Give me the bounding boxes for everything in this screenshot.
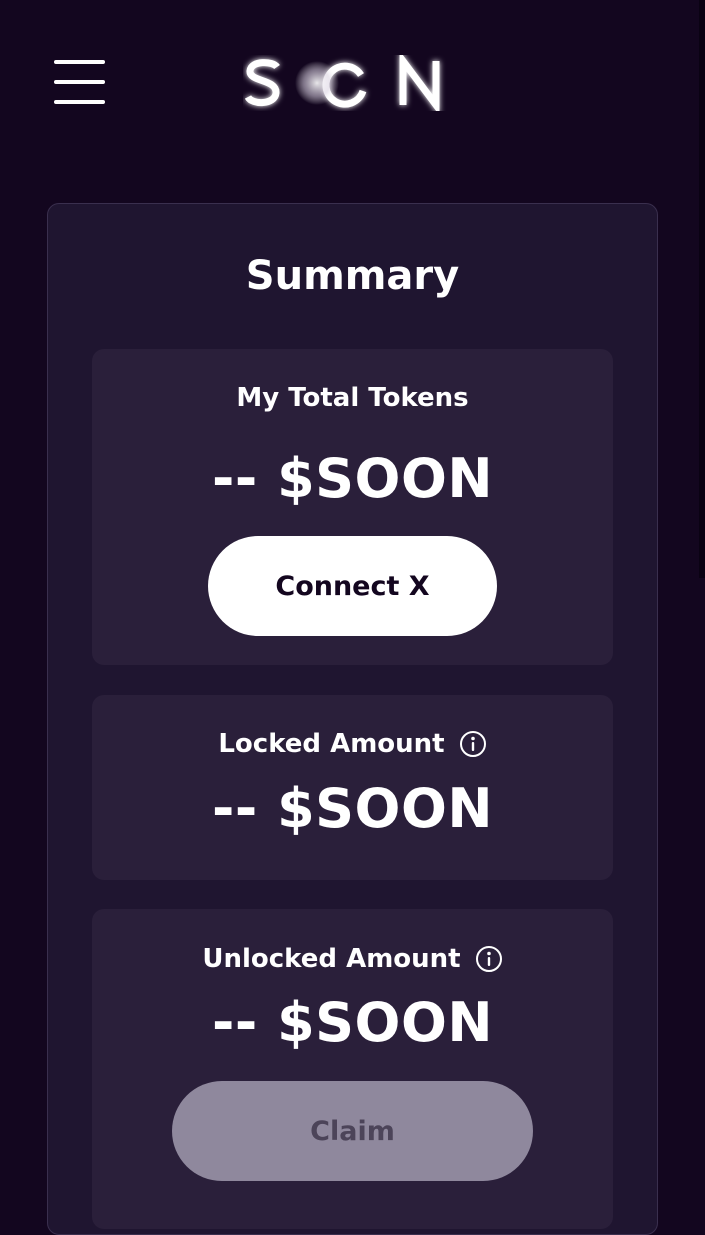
unlocked-amount-label: Unlocked Amount (92, 941, 613, 977)
total-tokens-label: My Total Tokens (92, 380, 613, 416)
info-icon[interactable] (459, 730, 487, 758)
unlocked-amount-label-text: Unlocked Amount (202, 944, 461, 974)
locked-amount-label-text: Locked Amount (218, 729, 445, 759)
locked-amount-value: -- $SOON (211, 777, 494, 840)
unlocked-amount-value: -- $SOON (211, 991, 494, 1054)
total-tokens-amount: -- $SOON (211, 447, 494, 510)
app-header (0, 0, 705, 170)
info-icon[interactable] (475, 945, 503, 973)
locked-amount-label: Locked Amount (92, 726, 613, 762)
total-tokens-label-text: My Total Tokens (236, 383, 469, 413)
summary-title: Summary (245, 253, 460, 299)
soon-logo (244, 55, 440, 111)
hamburger-menu-icon[interactable] (54, 60, 105, 106)
claim-button[interactable]: Claim (172, 1081, 533, 1181)
connect-x-button[interactable]: Connect X (208, 536, 497, 636)
